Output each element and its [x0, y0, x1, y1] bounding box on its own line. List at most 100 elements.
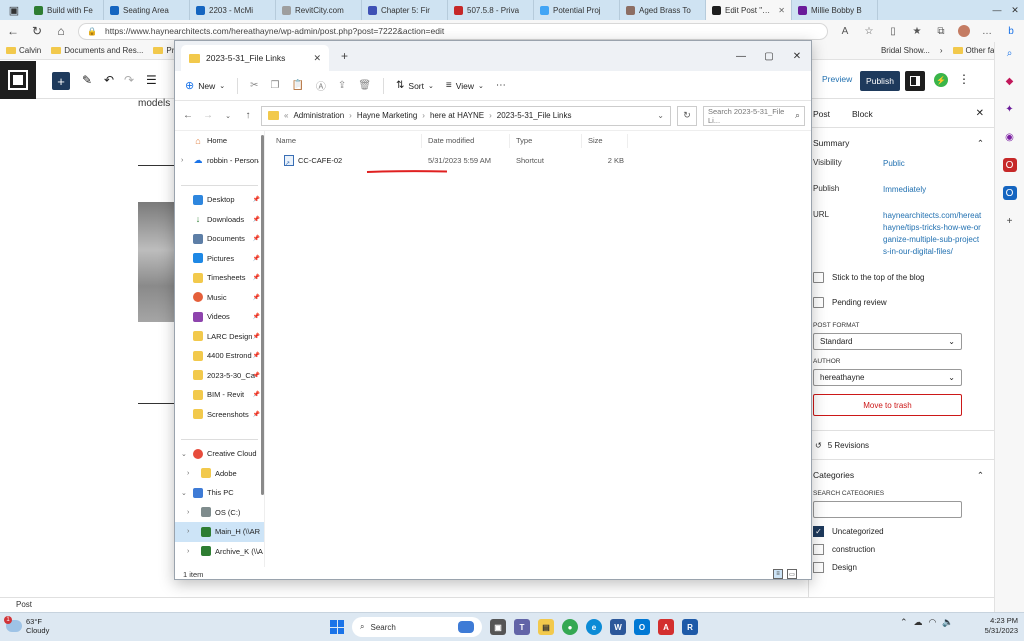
games-icon[interactable]: ◉: [1003, 130, 1017, 144]
acrobat-icon[interactable]: A: [658, 619, 674, 635]
tools-icon[interactable]: ✦: [1003, 102, 1017, 116]
view-button[interactable]: ≡ View ⌄: [446, 80, 484, 91]
cut-icon[interactable]: ✂: [250, 80, 258, 91]
details-view-icon[interactable]: ≡: [773, 569, 783, 579]
browser-tab[interactable]: 2203 - McMi: [190, 0, 276, 20]
reader-icon[interactable]: A: [838, 26, 852, 37]
author-select[interactable]: hereathayne ⌄: [813, 369, 962, 386]
categories-panel-header[interactable]: Categories ⌃: [809, 460, 994, 490]
wifi-icon[interactable]: ◠: [929, 617, 937, 628]
nav-adobe[interactable]: › Adobe: [175, 464, 264, 484]
column-header-name[interactable]: Name: [270, 133, 422, 148]
url-field[interactable]: 🔒 https://www.haynearchitects.com/hereat…: [78, 22, 828, 40]
copilot-icon[interactable]: b: [1004, 26, 1018, 37]
split-screen-icon[interactable]: ▯: [886, 26, 900, 37]
tab-post[interactable]: Post: [813, 109, 830, 119]
address-field[interactable]: « Administration › Hayne Marketing › her…: [261, 105, 671, 126]
breadcrumb-item[interactable]: Administration: [293, 111, 344, 120]
edit-tools-icon[interactable]: ✎: [82, 73, 92, 87]
browser-tab[interactable]: Millie Bobby B: [792, 0, 878, 20]
post-text-fragment[interactable]: models: [138, 98, 170, 109]
tab-block[interactable]: Block: [852, 109, 873, 119]
nav-estrond[interactable]: 4400 Estrond 📌: [175, 346, 264, 366]
close-window-icon[interactable]: ✕: [1006, 0, 1024, 20]
cloud-sync-icon[interactable]: ☁: [914, 617, 923, 628]
nav-main-drive[interactable]: › Main_H (\\AR: [175, 522, 264, 542]
chevron-right-icon[interactable]: ›: [181, 157, 183, 164]
back-icon[interactable]: ←: [181, 110, 195, 121]
publish-button[interactable]: Publish: [860, 71, 900, 91]
weather-widget[interactable]: 1 63°F Cloudy: [4, 616, 49, 635]
volume-icon[interactable]: 🔈: [942, 617, 953, 628]
publish-date-value[interactable]: Immediately: [883, 184, 983, 196]
jetpack-icon[interactable]: ⚡: [934, 73, 948, 87]
revit-icon[interactable]: R: [682, 619, 698, 635]
recent-locations-icon[interactable]: ⌄: [221, 112, 235, 120]
permalink-value[interactable]: haynearchitects.com/hereathayne/tips-tri…: [883, 210, 983, 258]
file-explorer-icon[interactable]: ▤: [538, 619, 554, 635]
nav-archive-drive[interactable]: › Archive_K (\\A: [175, 542, 264, 562]
category-checkbox[interactable]: [813, 562, 824, 573]
nav-desktop[interactable]: Desktop 📌: [175, 190, 264, 210]
chevron-right-icon[interactable]: ›: [187, 528, 189, 535]
separator-block[interactable]: [138, 403, 178, 404]
nav-larc[interactable]: LARC Design 📌: [175, 327, 264, 347]
category-search-input[interactable]: [813, 501, 962, 518]
chevron-up-icon[interactable]: ⌃: [900, 617, 908, 628]
chevron-down-icon[interactable]: ⌄: [181, 489, 187, 497]
collections-icon[interactable]: ⧉: [934, 26, 948, 37]
file-row[interactable]: CC-CAFE-02 5/31/2023 5:59 AM Shortcut 2 …: [270, 151, 800, 169]
refresh-icon[interactable]: ↻: [677, 105, 697, 126]
chevron-down-icon[interactable]: ⌄: [657, 111, 664, 120]
column-header-date[interactable]: Date modified: [422, 133, 510, 148]
favorite-star-icon[interactable]: ☆: [862, 26, 876, 37]
undo-icon[interactable]: ↶: [104, 73, 114, 87]
nav-onedrive[interactable]: › ☁ robbin - Personal: [175, 151, 264, 171]
pending-review-checkbox[interactable]: [813, 297, 824, 308]
more-icon[interactable]: …: [980, 26, 994, 37]
chevron-right-icon[interactable]: ›: [940, 46, 943, 55]
wp-site-logo-icon[interactable]: [0, 61, 36, 99]
up-icon[interactable]: ↑: [241, 110, 255, 121]
add-block-button[interactable]: +: [52, 72, 70, 90]
office-icon[interactable]: O: [1002, 158, 1017, 172]
paste-icon[interactable]: 📋: [291, 80, 303, 91]
chevron-down-icon[interactable]: ⌄: [181, 450, 187, 458]
more-options-icon[interactable]: ⋮: [958, 72, 970, 86]
browser-tab[interactable]: 507.5.8 - Priva: [448, 0, 534, 20]
nav-videos[interactable]: Videos 📌: [175, 307, 264, 327]
edge-icon[interactable]: e: [586, 619, 602, 635]
browser-tab[interactable]: Potential Proj: [534, 0, 620, 20]
explorer-search-input[interactable]: Search 2023-5-31_File Li... ⌕: [703, 105, 805, 126]
share-icon[interactable]: ⇪: [338, 80, 346, 91]
explorer-tab[interactable]: 2023-5-31_File Links ✕: [181, 45, 329, 71]
copy-icon[interactable]: ❐: [271, 80, 280, 91]
tab-actions-icon[interactable]: ▣: [0, 0, 28, 20]
breadcrumb-item[interactable]: here at HAYNE: [430, 111, 484, 120]
browser-tab[interactable]: RevitCity.com: [276, 0, 362, 20]
column-header-size[interactable]: Size: [582, 133, 628, 148]
column-header-type[interactable]: Type: [510, 133, 582, 148]
breadcrumb[interactable]: Post: [16, 600, 32, 609]
category-checkbox[interactable]: [813, 544, 824, 555]
rename-icon[interactable]: Ⓐ: [316, 78, 326, 93]
nav-music[interactable]: Music 📌: [175, 288, 264, 308]
chrome-icon[interactable]: ●: [562, 619, 578, 635]
maximize-icon[interactable]: ▢: [755, 51, 783, 62]
teams-icon[interactable]: T: [514, 619, 530, 635]
favorite-bridal[interactable]: Bridal Show...: [881, 46, 930, 55]
back-icon[interactable]: ←: [6, 24, 20, 38]
nav-bim[interactable]: BIM - Revit 📌: [175, 385, 264, 405]
forward-icon[interactable]: →: [201, 110, 215, 121]
nav-screenshots[interactable]: Screenshots 📌: [175, 405, 264, 425]
word-icon[interactable]: W: [610, 619, 626, 635]
close-icon[interactable]: ✕: [976, 108, 984, 119]
outlook-icon[interactable]: O: [1002, 186, 1017, 200]
nav-pane-scrollbar[interactable]: [261, 135, 264, 495]
refresh-icon[interactable]: ↻: [30, 24, 44, 38]
shopping-icon[interactable]: ◆: [1003, 74, 1017, 88]
post-image[interactable]: [138, 202, 174, 322]
breadcrumb-item[interactable]: 2023-5-31_File Links: [497, 111, 572, 120]
minimize-icon[interactable]: —: [988, 0, 1006, 20]
nav-timesheets[interactable]: Timesheets 📌: [175, 268, 264, 288]
